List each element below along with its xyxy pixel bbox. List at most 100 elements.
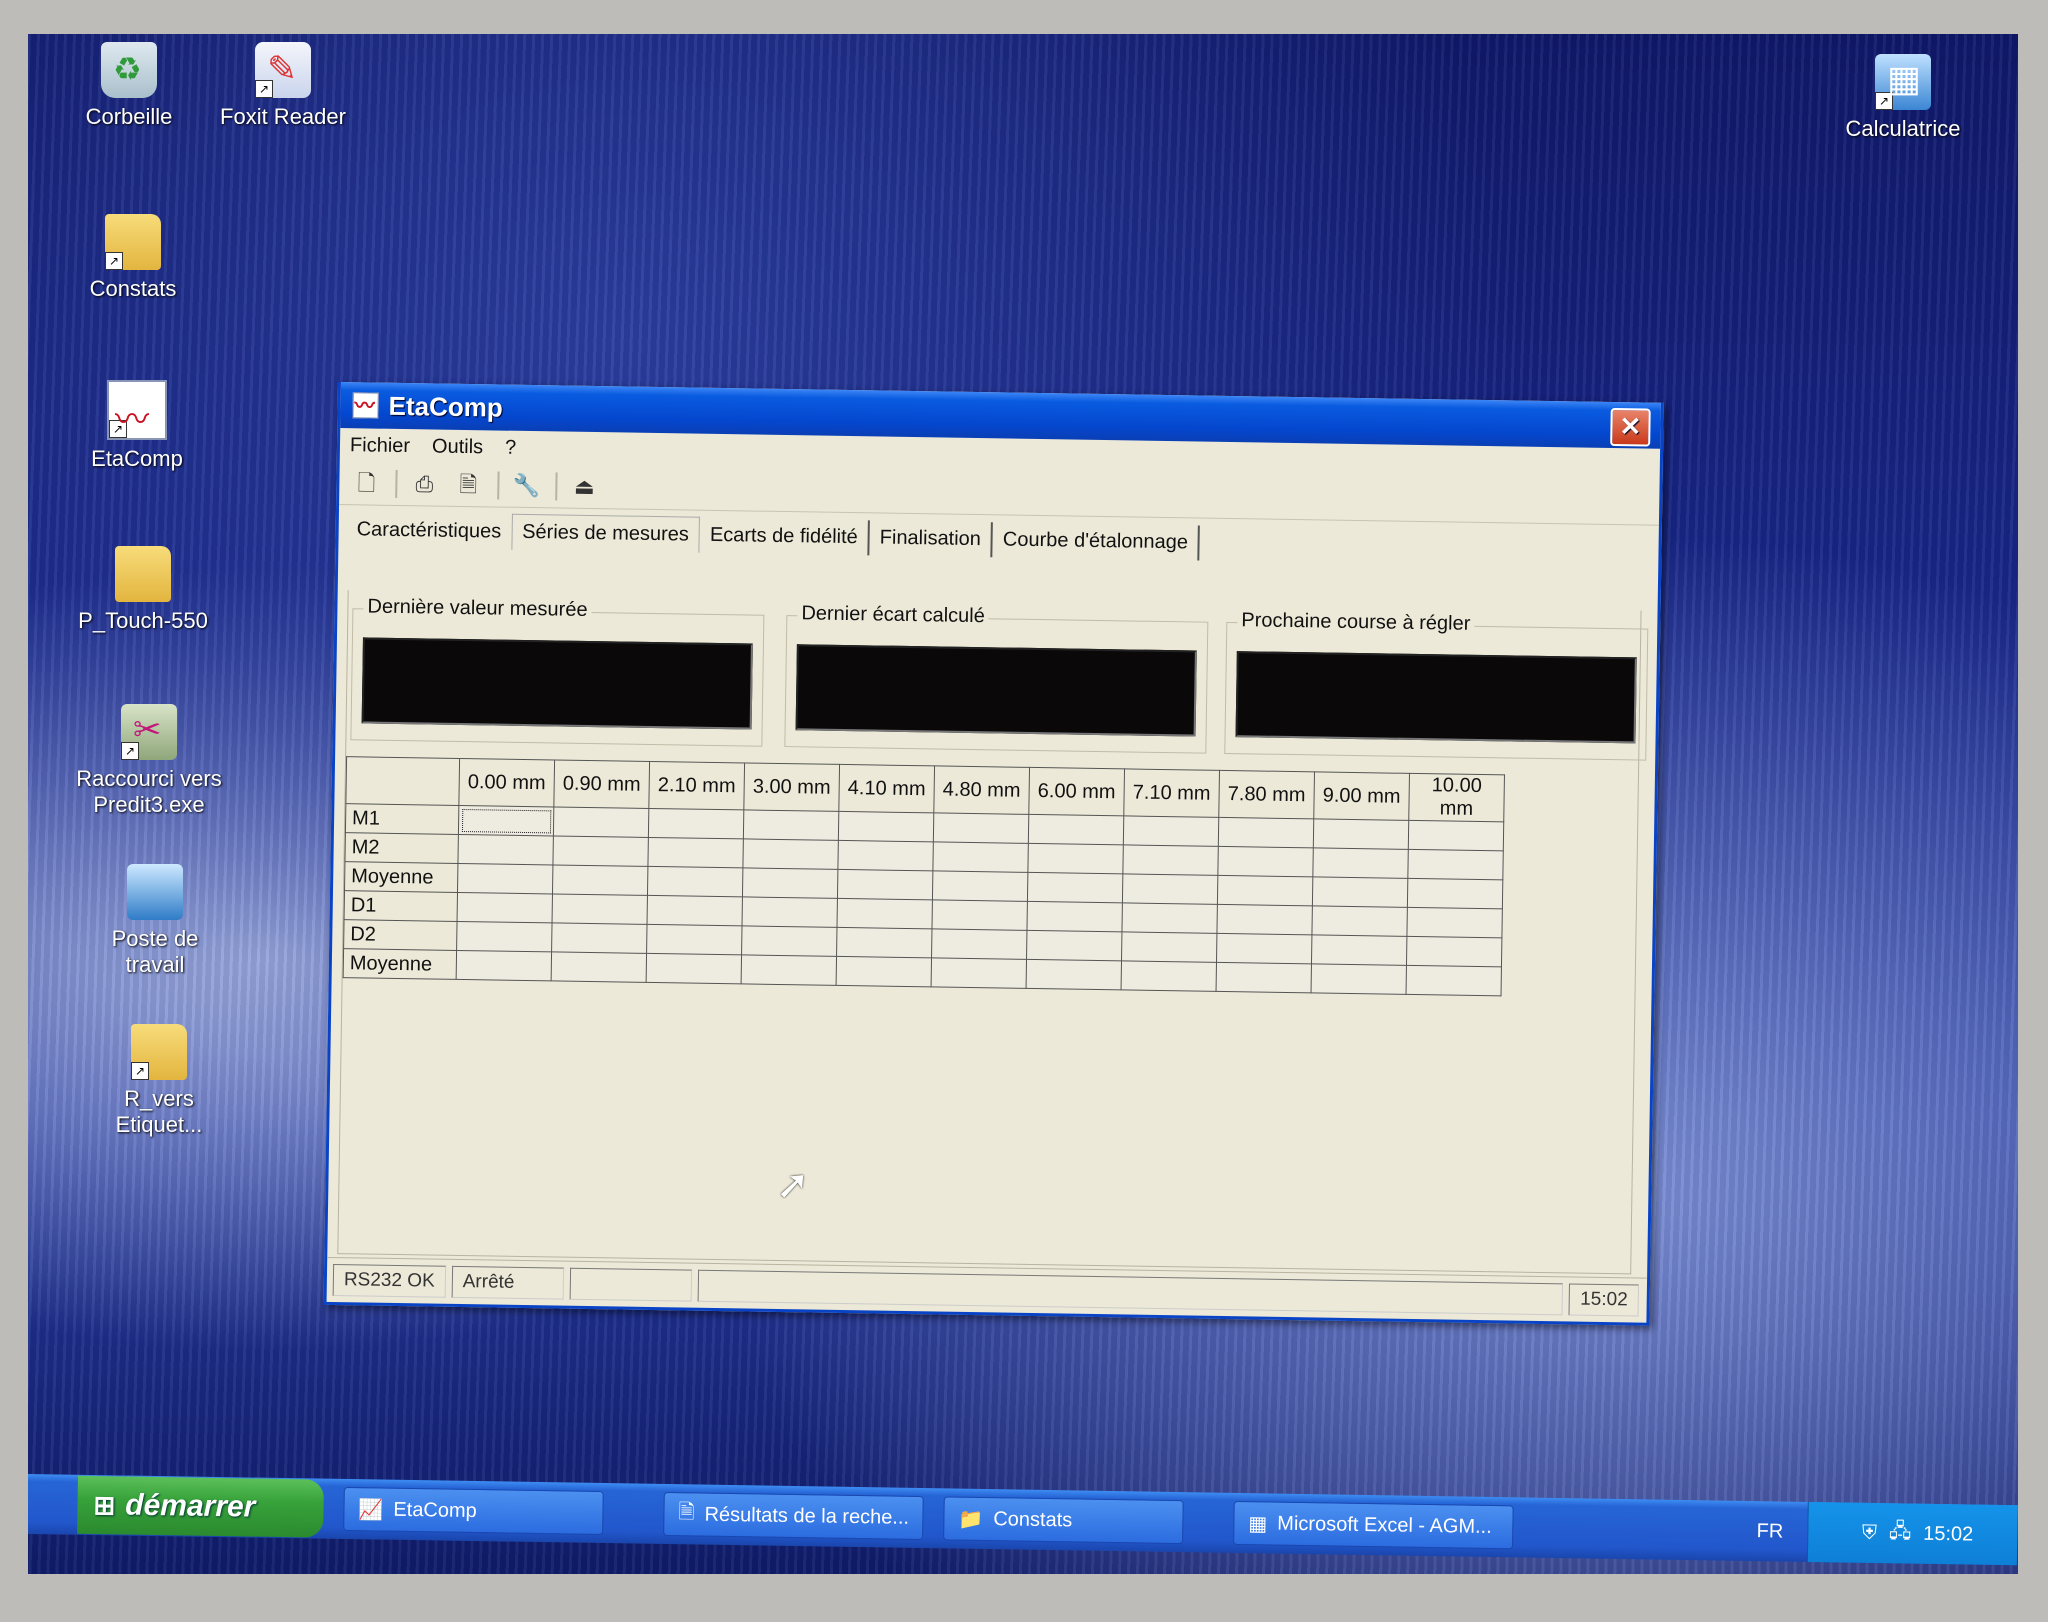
grid-cell[interactable] [1027,843,1124,874]
grid-cell[interactable] [1026,901,1123,932]
grid-cell[interactable] [742,896,838,928]
grid-cell[interactable] [1407,878,1503,909]
grid-cell[interactable] [1027,872,1123,903]
mouse-pointer-icon: ➚ [776,1163,810,1207]
grid-cell[interactable] [1028,814,1124,845]
taskbar-button-etacomp[interactable]: 📈 EtaComp [343,1486,604,1536]
grid-cell[interactable] [1406,936,1502,967]
grid-cell[interactable] [648,808,744,839]
menu-outils[interactable]: Outils [432,435,483,459]
desktop-icon-predit3[interactable]: ↗ Raccourci vers Predit3.exe [74,704,224,818]
grid-cell[interactable] [1406,965,1502,996]
grid-cell[interactable] [1026,959,1122,990]
desktop-icon-p-touch[interactable]: P_Touch-550 [68,546,218,634]
start-button[interactable]: ⊞ démarrer [77,1475,324,1538]
grid-cell[interactable] [1218,817,1314,848]
grid-cell[interactable] [457,834,554,865]
grid-cell[interactable] [931,899,1028,931]
grid-cell[interactable] [1311,963,1407,995]
menu-help[interactable]: ? [505,436,516,459]
close-button[interactable]: ✕ [1610,407,1651,447]
grid-cell[interactable] [458,805,554,836]
grid-cell[interactable] [552,864,648,896]
grid-cell[interactable] [1217,846,1314,877]
grid-cell[interactable] [741,925,837,957]
menu-fichier[interactable]: Fichier [350,434,410,458]
grid-cell[interactable] [742,838,839,870]
tray-clock[interactable]: 15:02 [1923,1522,1973,1546]
grid-cell[interactable] [838,811,934,842]
grid-cell[interactable] [646,953,742,984]
grid-cell[interactable] [552,835,649,867]
grid-cell[interactable] [931,957,1027,989]
taskbar-button-constats[interactable]: 📁 Constats [943,1496,1184,1545]
tab-finalisation[interactable]: Finalisation [869,520,994,558]
network-icon[interactable]: 🖧 [1889,1516,1912,1550]
desktop-icon-etiquettes[interactable]: ↗ R_vers Etiquet... [84,1024,234,1138]
grid-cell[interactable] [932,841,1029,873]
grid-cell[interactable] [1026,930,1122,961]
grid-cell[interactable] [1122,873,1218,905]
grid-cell[interactable] [1216,933,1312,964]
desktop-icon-foxit-reader[interactable]: ↗ Foxit Reader [208,42,358,130]
grid-cell[interactable] [1121,960,1217,992]
desktop-icon-etacomp[interactable]: ↗ EtaComp [62,380,212,472]
grid-cell[interactable] [837,840,934,871]
grid-cell[interactable] [1122,844,1219,876]
grid-cell[interactable] [647,866,743,897]
tab-series-de-mesures[interactable]: Séries de mesures [510,513,701,553]
print-icon[interactable]: ⎙ [409,469,439,499]
grid-cell[interactable] [741,954,837,986]
grid-cell[interactable] [647,895,743,926]
grid-cell[interactable] [457,892,553,923]
grid-cell[interactable] [1121,931,1217,963]
grid-cell[interactable] [456,950,552,981]
grid-cell[interactable] [1313,818,1409,850]
grid-cell[interactable] [933,812,1029,844]
taskbar-button-excel[interactable]: ▦ Microsoft Excel - AGM... [1233,1500,1514,1550]
grid-cell[interactable] [553,806,649,838]
grid-cell[interactable] [1407,849,1504,880]
new-document-icon[interactable]: 🗋 [351,468,381,498]
grid-cell[interactable] [836,898,933,929]
grid-cell[interactable] [931,928,1027,960]
grid-cell[interactable] [743,809,839,841]
desktop-icon-constats[interactable]: ↗ Constats [58,214,208,302]
grid-cell[interactable] [1312,876,1408,908]
grid-cell[interactable] [1216,962,1312,993]
language-indicator[interactable]: FR [1756,1520,1783,1543]
grid-cell[interactable] [836,927,932,958]
grid-cell[interactable] [1217,875,1313,906]
grid-cell[interactable] [1121,902,1218,934]
settings-wrench-icon[interactable]: 🔧 [511,471,541,501]
tab-ecarts-de-fidelite[interactable]: Ecarts de fidélité [699,517,871,556]
grid-cell[interactable] [1123,815,1219,847]
desktop-icon-calculator[interactable]: ↗ Calculatrice [1828,54,1978,142]
tab-courbe-etalonnage[interactable]: Courbe d'étalonnage [992,522,1201,561]
grid-cell[interactable] [837,869,933,900]
grid-cell[interactable] [1216,904,1313,935]
grid-cell[interactable] [1311,934,1407,966]
security-shield-icon[interactable]: ⛨ [1862,1521,1877,1544]
exit-door-icon[interactable]: ⏏ [569,472,599,502]
grid-cell[interactable] [1406,907,1503,938]
grid-cell[interactable] [742,867,838,899]
grid-column-header: 7.80 mm [1218,770,1315,819]
grid-cell[interactable] [551,922,648,954]
grid-cell[interactable] [1312,847,1409,879]
grid-cell[interactable] [647,837,744,868]
grid-cell[interactable] [456,921,553,952]
taskbar-button-search-results[interactable]: 🗎 Résultats de la reche... [663,1491,924,1541]
grid-cell[interactable] [551,951,647,983]
desktop-icon-my-computer[interactable]: Poste de travail [80,864,230,978]
grid-cell[interactable] [836,956,932,987]
grid-cell[interactable] [457,863,553,894]
desktop-icon-recycle-bin[interactable]: Corbeille [54,42,204,130]
grid-cell[interactable] [1311,905,1408,937]
tab-caracteristiques[interactable]: Caractéristiques [346,512,511,550]
grid-cell[interactable] [646,924,743,955]
grid-cell[interactable] [552,893,648,925]
print-preview-icon[interactable]: 🗎 [453,470,483,500]
grid-cell[interactable] [1408,820,1504,851]
grid-cell[interactable] [932,870,1028,902]
